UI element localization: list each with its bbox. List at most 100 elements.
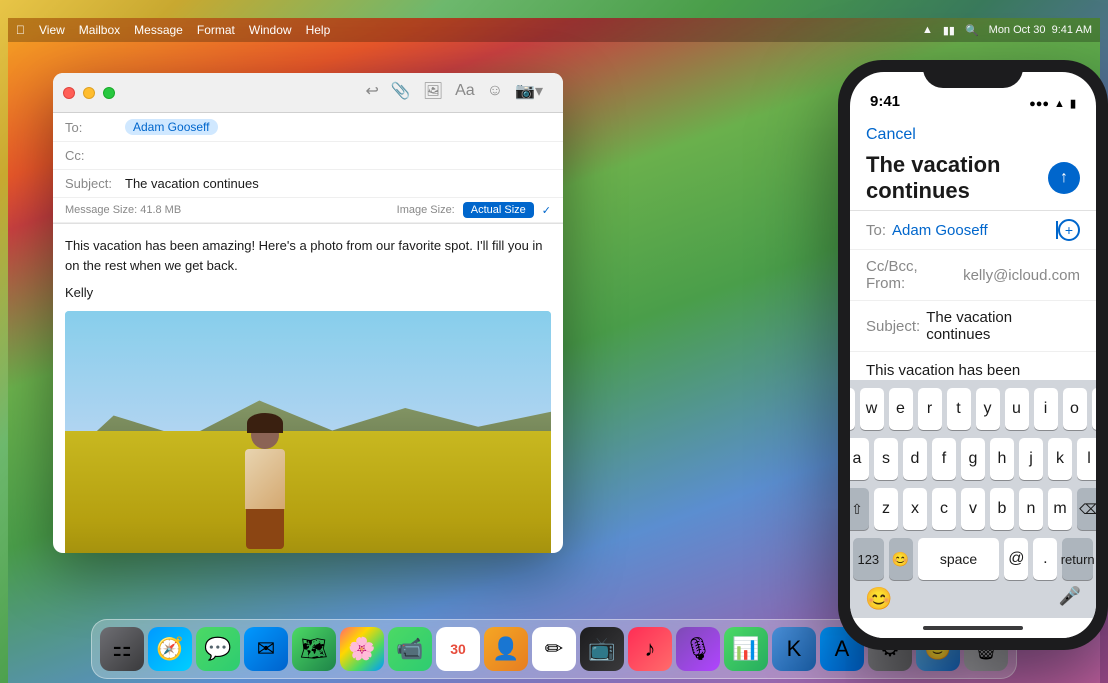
key-space[interactable]: space [918, 538, 1000, 580]
iphone-mail-compose: Cancel The vacation continues ↑ To: Adam… [850, 116, 1096, 638]
key-t[interactable]: t [947, 388, 971, 430]
to-recipient[interactable]: Adam Gooseff [125, 119, 218, 135]
menu-help[interactable]: Help [306, 23, 331, 37]
close-button[interactable] [63, 87, 75, 99]
key-m[interactable]: m [1048, 488, 1072, 530]
key-123[interactable]: 123 [853, 538, 884, 580]
apple-menu[interactable]:  [16, 23, 25, 37]
dock-freeform[interactable]: ✏ [532, 627, 576, 671]
key-k[interactable]: k [1048, 438, 1072, 480]
key-j[interactable]: j [1019, 438, 1043, 480]
mic-button[interactable]: 🎤 [1059, 586, 1081, 612]
to-field-row[interactable]: To: Adam Gooseff [53, 113, 563, 142]
message-size-value: 41.8 MB [140, 204, 181, 216]
key-delete[interactable]: ⌫ [1077, 488, 1096, 530]
iphone-cc-value: kelly@icloud.com [963, 267, 1080, 284]
dock-photos[interactable]: 🌸 [340, 627, 384, 671]
subject-label: Subject: [65, 176, 125, 191]
iphone-to-field[interactable]: To: Adam Gooseff + [850, 211, 1096, 250]
battery-icon: ▮ [1070, 97, 1076, 110]
dock-launchpad[interactable]: ⚏ [100, 627, 144, 671]
actual-size-button[interactable]: Actual Size [463, 202, 534, 218]
menu-view[interactable]: View [39, 23, 65, 37]
key-n[interactable]: n [1019, 488, 1043, 530]
dock-numbers[interactable]: 📊 [724, 627, 768, 671]
dock-messages[interactable]: 💬 [196, 627, 240, 671]
key-d[interactable]: d [903, 438, 927, 480]
key-at[interactable]: @ [1004, 538, 1028, 580]
key-f[interactable]: f [932, 438, 956, 480]
person-head [251, 421, 279, 449]
key-z[interactable]: z [874, 488, 898, 530]
cc-field-row[interactable]: Cc: [53, 142, 563, 170]
iphone-subject-field[interactable]: Subject: The vacation continues [850, 301, 1096, 352]
key-a[interactable]: a [850, 438, 869, 480]
key-p[interactable]: p [1092, 388, 1097, 430]
home-indicator [850, 618, 1096, 638]
photo-icon[interactable]: 🖼 [423, 81, 443, 101]
maximize-button[interactable] [103, 87, 115, 99]
key-h[interactable]: h [990, 438, 1014, 480]
cc-label: Cc: [65, 148, 125, 163]
key-q[interactable]: q [850, 388, 855, 430]
dock-music[interactable]: ♪ [628, 627, 672, 671]
key-period[interactable]: . [1033, 538, 1057, 580]
menu-format[interactable]: Format [197, 23, 235, 37]
keyboard-accessories-row: 😊 🎤 [853, 580, 1093, 614]
dock-keynote[interactable]: K [772, 627, 816, 671]
key-emoji[interactable]: 😊 [889, 538, 913, 580]
iphone-body-area[interactable]: This vacation has been amazing! Here's a… [850, 352, 1096, 380]
dock-contacts[interactable]: 👤 [484, 627, 528, 671]
send-button[interactable]: ↑ [1048, 162, 1080, 194]
add-recipient-button[interactable]: + [1058, 219, 1080, 241]
emoji-icon[interactable]: ☺ [487, 82, 503, 100]
key-y[interactable]: y [976, 388, 1000, 430]
datetime: Mon Oct 30 9:41 AM [989, 24, 1092, 36]
key-c[interactable]: c [932, 488, 956, 530]
menu-window[interactable]: Window [249, 23, 292, 37]
dock-facetime[interactable]: 📹 [388, 627, 432, 671]
iphone-mail-header: Cancel The vacation continues ↑ [850, 116, 1096, 211]
mail-toolbar: ↩ 📎 🖼 Aa ☺ 📷▾ [355, 81, 553, 101]
key-i[interactable]: i [1034, 388, 1058, 430]
keyboard-row-1: q w e r t y u i o p [853, 388, 1093, 430]
key-r[interactable]: r [918, 388, 942, 430]
photo-sky [65, 311, 551, 431]
menu-message[interactable]: Message [134, 23, 183, 37]
dock-calendar[interactable]: 30 [436, 627, 480, 671]
window-titlebar: ↩ 📎 🖼 Aa ☺ 📷▾ [53, 73, 563, 113]
key-e[interactable]: e [889, 388, 913, 430]
mail-body[interactable]: This vacation has been amazing! Here's a… [53, 224, 563, 553]
format-icon[interactable]: Aa [455, 82, 475, 100]
key-b[interactable]: b [990, 488, 1014, 530]
dock-appletv[interactable]: 📺 [580, 627, 624, 671]
iphone-cc-field[interactable]: Cc/Bcc, From: kelly@icloud.com [850, 250, 1096, 301]
search-icon[interactable]: 🔍 [965, 24, 979, 37]
key-o[interactable]: o [1063, 388, 1087, 430]
key-return[interactable]: return [1062, 538, 1093, 580]
key-u[interactable]: u [1005, 388, 1029, 430]
dock-podcasts[interactable]: 🎙 [676, 627, 720, 671]
key-g[interactable]: g [961, 438, 985, 480]
attach-icon[interactable]: 📎 [391, 81, 411, 101]
cancel-button[interactable]: Cancel [866, 126, 916, 143]
key-w[interactable]: w [860, 388, 884, 430]
key-l[interactable]: l [1077, 438, 1096, 480]
dock-safari[interactable]: 🧭 [148, 627, 192, 671]
signature: Kelly [65, 283, 551, 303]
dock-maps[interactable]: 🗺 [292, 627, 336, 671]
key-s[interactable]: s [874, 438, 898, 480]
emoji-button[interactable]: 😊 [865, 586, 892, 612]
iphone-time: 9:41 [870, 93, 900, 110]
key-shift[interactable]: ⇧ [850, 488, 869, 530]
more-icon[interactable]: 📷▾ [515, 81, 543, 101]
key-v[interactable]: v [961, 488, 985, 530]
subject-field-row[interactable]: Subject: The vacation continues [53, 170, 563, 198]
dock-mail[interactable]: ✉ [244, 627, 288, 671]
checkmark-icon: ✓ [542, 204, 551, 217]
menu-mailbox[interactable]: Mailbox [79, 23, 120, 37]
key-x[interactable]: x [903, 488, 927, 530]
undo-icon[interactable]: ↩ [365, 81, 378, 101]
wifi-icon: ▲ [922, 24, 933, 36]
minimize-button[interactable] [83, 87, 95, 99]
